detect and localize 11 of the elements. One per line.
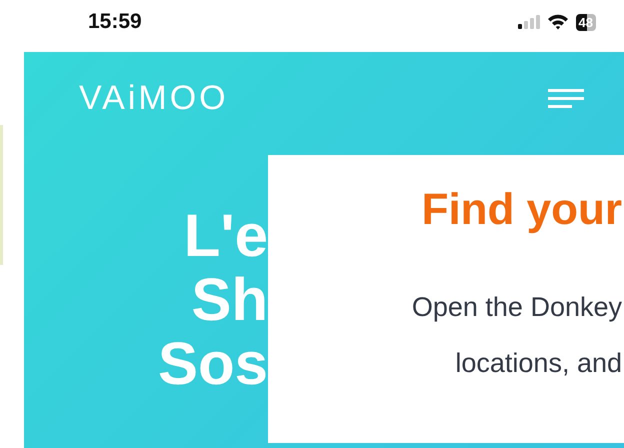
hero-heading-line: Sos — [158, 332, 268, 396]
hero-heading-line: Sh — [191, 268, 268, 332]
logo: VAiMOO — [79, 78, 229, 118]
signal-icon — [518, 15, 540, 29]
menu-icon[interactable] — [548, 88, 584, 108]
hero-heading-line: L'e — [184, 204, 268, 268]
status-time: 15:59 — [88, 10, 142, 34]
popup-text-line: locations, and — [455, 347, 622, 380]
popup-text-line: Open the Donkey — [412, 291, 622, 324]
wifi-icon — [546, 14, 569, 30]
popup-title: Find your — [422, 185, 622, 235]
